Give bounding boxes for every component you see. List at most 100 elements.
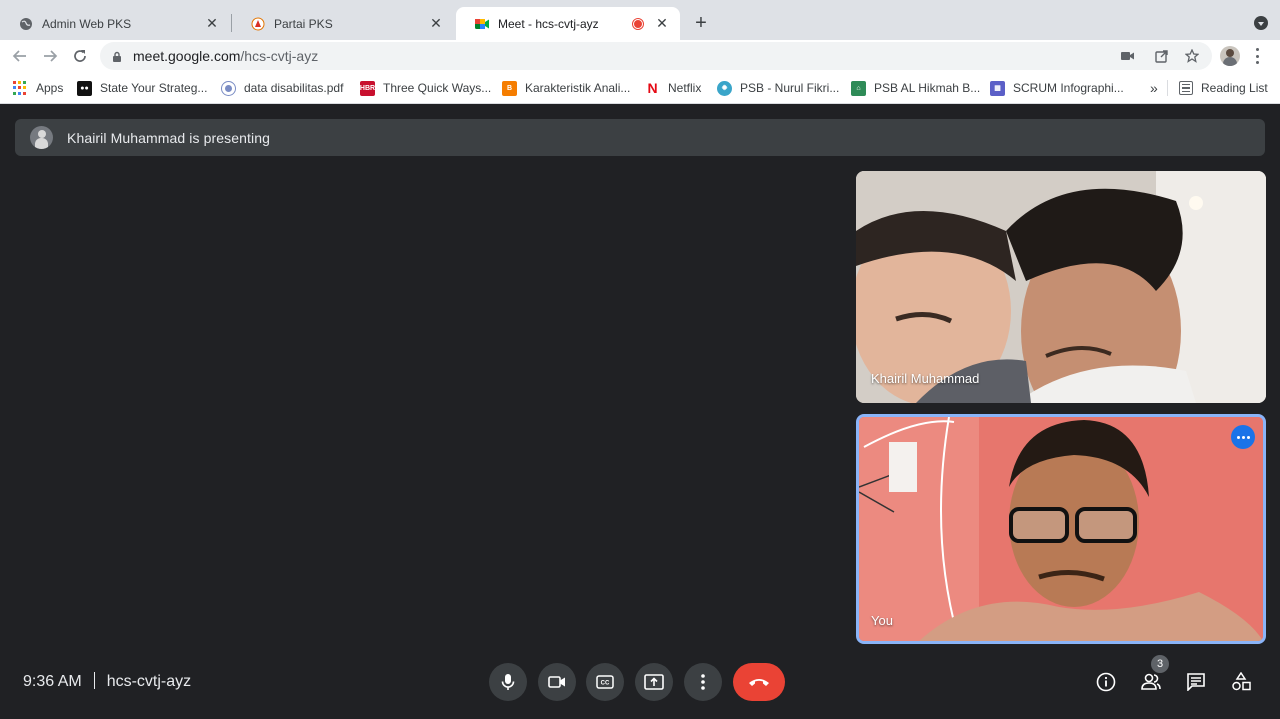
avatar-body: [1223, 57, 1237, 66]
people-icon: [1141, 673, 1161, 690]
present-now-button[interactable]: [635, 663, 673, 701]
bookmark-psb-nurul-fikri[interactable]: ✹ PSB - Nurul Fikri...: [717, 80, 839, 96]
meeting-info-divider: [93, 672, 95, 689]
more-vert-icon: [701, 674, 705, 690]
bookmark-karakteristik[interactable]: B Karakteristik Anali...: [502, 80, 630, 96]
star-icon[interactable]: [1184, 48, 1200, 64]
bookmark-label: data disabilitas.pdf: [244, 81, 344, 95]
netflix-icon: N: [647, 80, 658, 96]
tab-partai-pks[interactable]: Partai PKS ✕: [232, 7, 454, 40]
tab-strip: Admin Web PKS ✕ Partai PKS ✕ Meet - hcs-…: [0, 0, 1280, 40]
reload-icon: [74, 50, 86, 62]
tab-admin-web-pks[interactable]: Admin Web PKS ✕: [0, 7, 230, 40]
participant-name: You: [871, 613, 893, 628]
address-bar[interactable]: meet.google.com/hcs-cvtj-ayz: [100, 42, 1212, 70]
bookmark-label: PSB AL Hikmah B...: [874, 81, 981, 95]
recording-indicator-icon: [632, 17, 644, 30]
school-icon: ⌂: [851, 80, 866, 96]
reading-list-button[interactable]: Reading List: [1179, 80, 1268, 96]
browser-menu-icon[interactable]: [1252, 48, 1262, 64]
bookmark-psb-al-hikmah[interactable]: ⌂ PSB AL Hikmah B...: [851, 80, 980, 96]
bookmark-label: PSB - Nurul Fikri...: [740, 81, 840, 95]
show-everyone-button[interactable]: [1139, 670, 1163, 694]
presenter-avatar: [30, 126, 53, 149]
forward-button[interactable]: [38, 44, 62, 68]
phone-hangup-icon: [749, 679, 769, 686]
closed-captions-icon: CC: [596, 675, 614, 689]
present-screen-icon: [644, 674, 664, 690]
activities-shapes-icon: [1232, 672, 1251, 691]
bookmark-label: Karakteristik Anali...: [525, 81, 631, 95]
more-options-menu-button[interactable]: [684, 663, 722, 701]
avatar-body: [35, 138, 48, 149]
meeting-code: hcs-cvtj-ayz: [106, 673, 192, 690]
info-icon: [1096, 672, 1116, 692]
bookmark-netflix[interactable]: N Netflix: [645, 80, 701, 96]
tab-title: Partai PKS: [274, 16, 333, 31]
microphone-button[interactable]: [489, 663, 527, 701]
bookmark-scrum-infographic[interactable]: ▦ SCRUM Infographi...: [990, 80, 1124, 96]
url-path: /hcs-cvtj-ayz: [240, 48, 319, 64]
profile-avatar[interactable]: [1220, 46, 1240, 66]
presenting-banner: Khairil Muhammad is presenting: [15, 119, 1265, 156]
bookmark-three-quick-ways[interactable]: HBR Three Quick Ways...: [360, 80, 491, 96]
bookmark-label: SCRUM Infographi...: [1013, 81, 1124, 95]
url-text: meet.google.com/hcs-cvtj-ayz: [133, 48, 318, 64]
meeting-time: 9:36 AM: [23, 673, 82, 690]
avatar-head: [1226, 49, 1234, 57]
open-external-icon[interactable]: [1153, 48, 1169, 64]
bookmark-apps[interactable]: Apps: [13, 80, 63, 96]
camera-icon[interactable]: [1120, 48, 1136, 64]
bookmarks-divider: [1167, 80, 1168, 96]
globe-icon: [18, 16, 34, 32]
bookmark-dots-icon: ●●: [77, 80, 92, 96]
camera-button[interactable]: [538, 663, 576, 701]
close-icon[interactable]: ✕: [652, 14, 672, 34]
tab-search-icon[interactable]: [1254, 16, 1268, 30]
microphone-icon: [501, 674, 515, 690]
activities-button[interactable]: [1229, 670, 1253, 694]
infographic-icon: ▦: [990, 80, 1005, 96]
reading-list-label: Reading List: [1201, 81, 1268, 95]
bookmark-data-disabilitas[interactable]: data disabilitas.pdf: [221, 80, 343, 96]
arrow-right-icon: [44, 50, 58, 62]
participant-tile-you[interactable]: You: [856, 414, 1266, 644]
tab-title: Admin Web PKS: [42, 16, 132, 31]
leave-call-button[interactable]: [733, 663, 785, 701]
close-icon[interactable]: ✕: [426, 14, 446, 34]
presenting-text: Khairil Muhammad is presenting: [67, 130, 270, 146]
apps-grid-icon: [13, 81, 27, 95]
bookmarks-bar: Apps ●● State Your Strateg... data disab…: [0, 72, 1280, 104]
url-host: meet.google.com: [133, 48, 241, 64]
reload-button[interactable]: [68, 44, 92, 68]
lock-icon[interactable]: [112, 50, 122, 68]
tab-title: Meet - hcs-cvtj-ayz: [498, 16, 599, 31]
chat-icon: [1187, 673, 1205, 691]
bookmark-label: Netflix: [668, 81, 702, 95]
globe-icon: [221, 80, 236, 96]
google-meet-icon: [474, 16, 490, 32]
close-icon[interactable]: ✕: [202, 14, 222, 34]
more-options-button[interactable]: [1231, 425, 1255, 449]
bookmarks-overflow-button[interactable]: »: [1150, 80, 1158, 96]
participant-name: Khairil Muhammad: [871, 371, 980, 386]
browser-toolbar: meet.google.com/hcs-cvtj-ayz: [0, 40, 1280, 72]
tab-meet[interactable]: Meet - hcs-cvtj-ayz ✕: [456, 7, 680, 40]
avatar-head: [38, 130, 46, 138]
arrow-left-icon: [12, 50, 26, 62]
self-video: [859, 417, 1263, 641]
bookmark-label: State Your Strateg...: [100, 81, 208, 95]
pks-logo-icon: [250, 16, 266, 32]
reading-list-icon: [1179, 81, 1193, 95]
participant-tile-khairil[interactable]: Khairil Muhammad: [856, 171, 1266, 403]
participant-video: [856, 171, 1266, 403]
bookmark-state-your-strategy[interactable]: ●● State Your Strateg...: [77, 80, 207, 96]
blogger-icon: B: [502, 80, 517, 96]
meeting-details-button[interactable]: [1094, 670, 1118, 694]
psb-icon: ✹: [717, 80, 732, 96]
chat-button[interactable]: [1184, 670, 1208, 694]
video-camera-icon: [548, 676, 565, 688]
new-tab-button[interactable]: +: [690, 12, 712, 34]
captions-button[interactable]: CC: [586, 663, 624, 701]
back-button[interactable]: [8, 44, 32, 68]
